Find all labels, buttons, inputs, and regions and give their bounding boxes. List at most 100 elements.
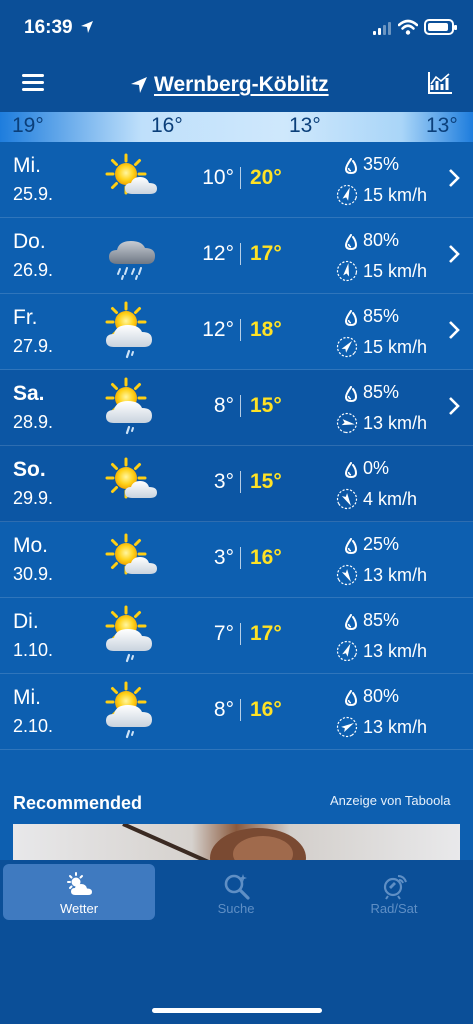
- wifi-icon: [398, 19, 418, 35]
- sun-cloud-rain-icon: [100, 604, 168, 666]
- raindrop-icon: [345, 234, 357, 250]
- wind-direction-icon: [336, 260, 358, 282]
- cellular-signal-icon: [373, 22, 391, 35]
- rain-probability: 80%: [363, 230, 400, 250]
- tab-bar: Wetter Suche Rad/Sat: [0, 860, 473, 1024]
- sun-cloud-icon: [100, 528, 168, 590]
- location-arrow-icon: [131, 77, 147, 93]
- search-tab-icon: [224, 874, 250, 900]
- location-selector[interactable]: Wernberg-Köblitz: [130, 70, 350, 100]
- wind-direction-icon: [336, 184, 358, 206]
- day-label: Di.: [13, 610, 39, 633]
- day-label: Fr.: [13, 306, 38, 329]
- date-label: 27.9.: [13, 336, 54, 356]
- temp-separator: [240, 547, 241, 569]
- temp-separator: [240, 623, 241, 645]
- day-label: Mo.: [13, 534, 49, 557]
- temperature-strip[interactable]: 19° 16° 13° 13°: [0, 112, 473, 142]
- rain-probability: 35%: [363, 154, 400, 174]
- day-label: Mi.: [13, 686, 41, 709]
- max-temp: 18°: [250, 318, 282, 341]
- wind-speed: 13 km/h: [363, 413, 428, 433]
- forecast-row[interactable]: Do. 26.9. 12° 17° 80% 15 km/h: [0, 218, 473, 294]
- temp-separator: [240, 699, 241, 721]
- ad-attribution[interactable]: Anzeige von Taboola: [330, 793, 450, 808]
- rain-probability: 80%: [363, 686, 400, 706]
- forecast-row[interactable]: Fr. 27.9. 12° 18° 85% 15 km/h: [0, 294, 473, 370]
- location-title[interactable]: Wernberg-Köblitz: [154, 73, 329, 97]
- rain-probability: 85%: [363, 306, 400, 326]
- status-time: 16:39: [24, 17, 73, 38]
- rain-cloud-icon: [108, 240, 156, 280]
- max-temp: 20°: [250, 166, 282, 189]
- raindrop-icon: [345, 310, 357, 326]
- temp-separator: [240, 243, 241, 265]
- wind-direction-icon: [336, 564, 358, 586]
- wind-direction-icon: [336, 640, 358, 662]
- date-label: 29.9.: [13, 488, 54, 508]
- wind-speed: 4 km/h: [363, 489, 418, 509]
- chart-icon[interactable]: [427, 71, 453, 95]
- weather-tab-icon: [67, 872, 92, 895]
- rain-probability: 85%: [363, 610, 400, 630]
- rain-probability: 0%: [363, 458, 390, 478]
- sun-cloud-icon: [100, 452, 168, 514]
- battery-icon: [424, 19, 457, 35]
- menu-button[interactable]: [22, 74, 44, 92]
- max-temp: 15°: [250, 470, 282, 493]
- date-label: 28.9.: [13, 412, 54, 432]
- forecast-row[interactable]: Mo. 30.9. 3° 16° 25% 13 km/h: [0, 522, 473, 598]
- wind-direction-icon: [336, 336, 358, 358]
- sun-cloud-rain-icon: [100, 680, 168, 742]
- chevron-right-icon: [449, 169, 460, 187]
- min-temp: 3°: [213, 546, 234, 569]
- tab-rad-sat[interactable]: Rad/Sat: [318, 864, 470, 920]
- tab-suche[interactable]: Suche: [160, 864, 312, 920]
- chevron-right-icon: [449, 397, 460, 415]
- sun-cloud-rain-icon: [100, 376, 168, 438]
- tab-wetter[interactable]: Wetter: [3, 864, 155, 920]
- temp-strip-value: 16°: [151, 114, 183, 137]
- temp-separator: [240, 395, 241, 417]
- ad-image-graphic: [122, 824, 306, 864]
- date-label: 25.9.: [13, 184, 54, 204]
- forecast-row[interactable]: So. 29.9. 3° 15° 0% 4 km/h: [0, 446, 473, 522]
- min-temp: 7°: [213, 622, 234, 645]
- tab-label: Wetter: [59, 901, 99, 916]
- max-temp: 17°: [250, 622, 282, 645]
- chevron-right-icon: [449, 321, 460, 339]
- chevron-right-icon: [449, 245, 460, 263]
- home-indicator[interactable]: [152, 1008, 322, 1013]
- temp-separator: [240, 167, 241, 189]
- wind-speed: 15 km/h: [363, 185, 428, 205]
- date-label: 2.10.: [13, 716, 54, 736]
- max-temp: 15°: [250, 394, 282, 417]
- wind-speed: 13 km/h: [363, 717, 428, 737]
- raindrop-icon: [345, 690, 357, 706]
- forecast-row[interactable]: Mi. 25.9. 10° 20° 35% 15 km/h: [0, 142, 473, 218]
- day-label: So.: [13, 458, 46, 481]
- wind-speed: 13 km/h: [363, 641, 428, 661]
- tab-label: Rad/Sat: [370, 901, 418, 916]
- day-label: Do.: [13, 230, 46, 253]
- min-temp: 8°: [213, 698, 234, 721]
- rain-probability: 85%: [363, 382, 400, 402]
- min-temp: 12°: [202, 242, 234, 265]
- ad-image[interactable]: [13, 824, 460, 864]
- temp-strip-value: 19°: [12, 114, 44, 137]
- day-label: Mi.: [13, 154, 41, 177]
- min-temp: 8°: [213, 394, 234, 417]
- radar-satellite-tab-icon: [383, 875, 407, 900]
- temp-separator: [240, 471, 241, 493]
- temp-separator: [240, 319, 241, 341]
- date-label: 30.9.: [13, 564, 54, 584]
- wind-speed: 15 km/h: [363, 337, 428, 357]
- max-temp: 16°: [250, 698, 282, 721]
- tab-label: Suche: [217, 901, 255, 916]
- wind-direction-icon: [336, 412, 358, 434]
- temp-strip-value: 13°: [289, 114, 321, 137]
- forecast-row[interactable]: Di. 1.10. 7° 17° 85% 13 km/h: [0, 598, 473, 674]
- recommended-title: Recommended: [13, 793, 143, 813]
- forecast-row[interactable]: Mi. 2.10. 8° 16° 80% 13 km/h: [0, 674, 473, 750]
- forecast-row[interactable]: Sa. 28.9. 8° 15° 85% 13 km/h: [0, 370, 473, 446]
